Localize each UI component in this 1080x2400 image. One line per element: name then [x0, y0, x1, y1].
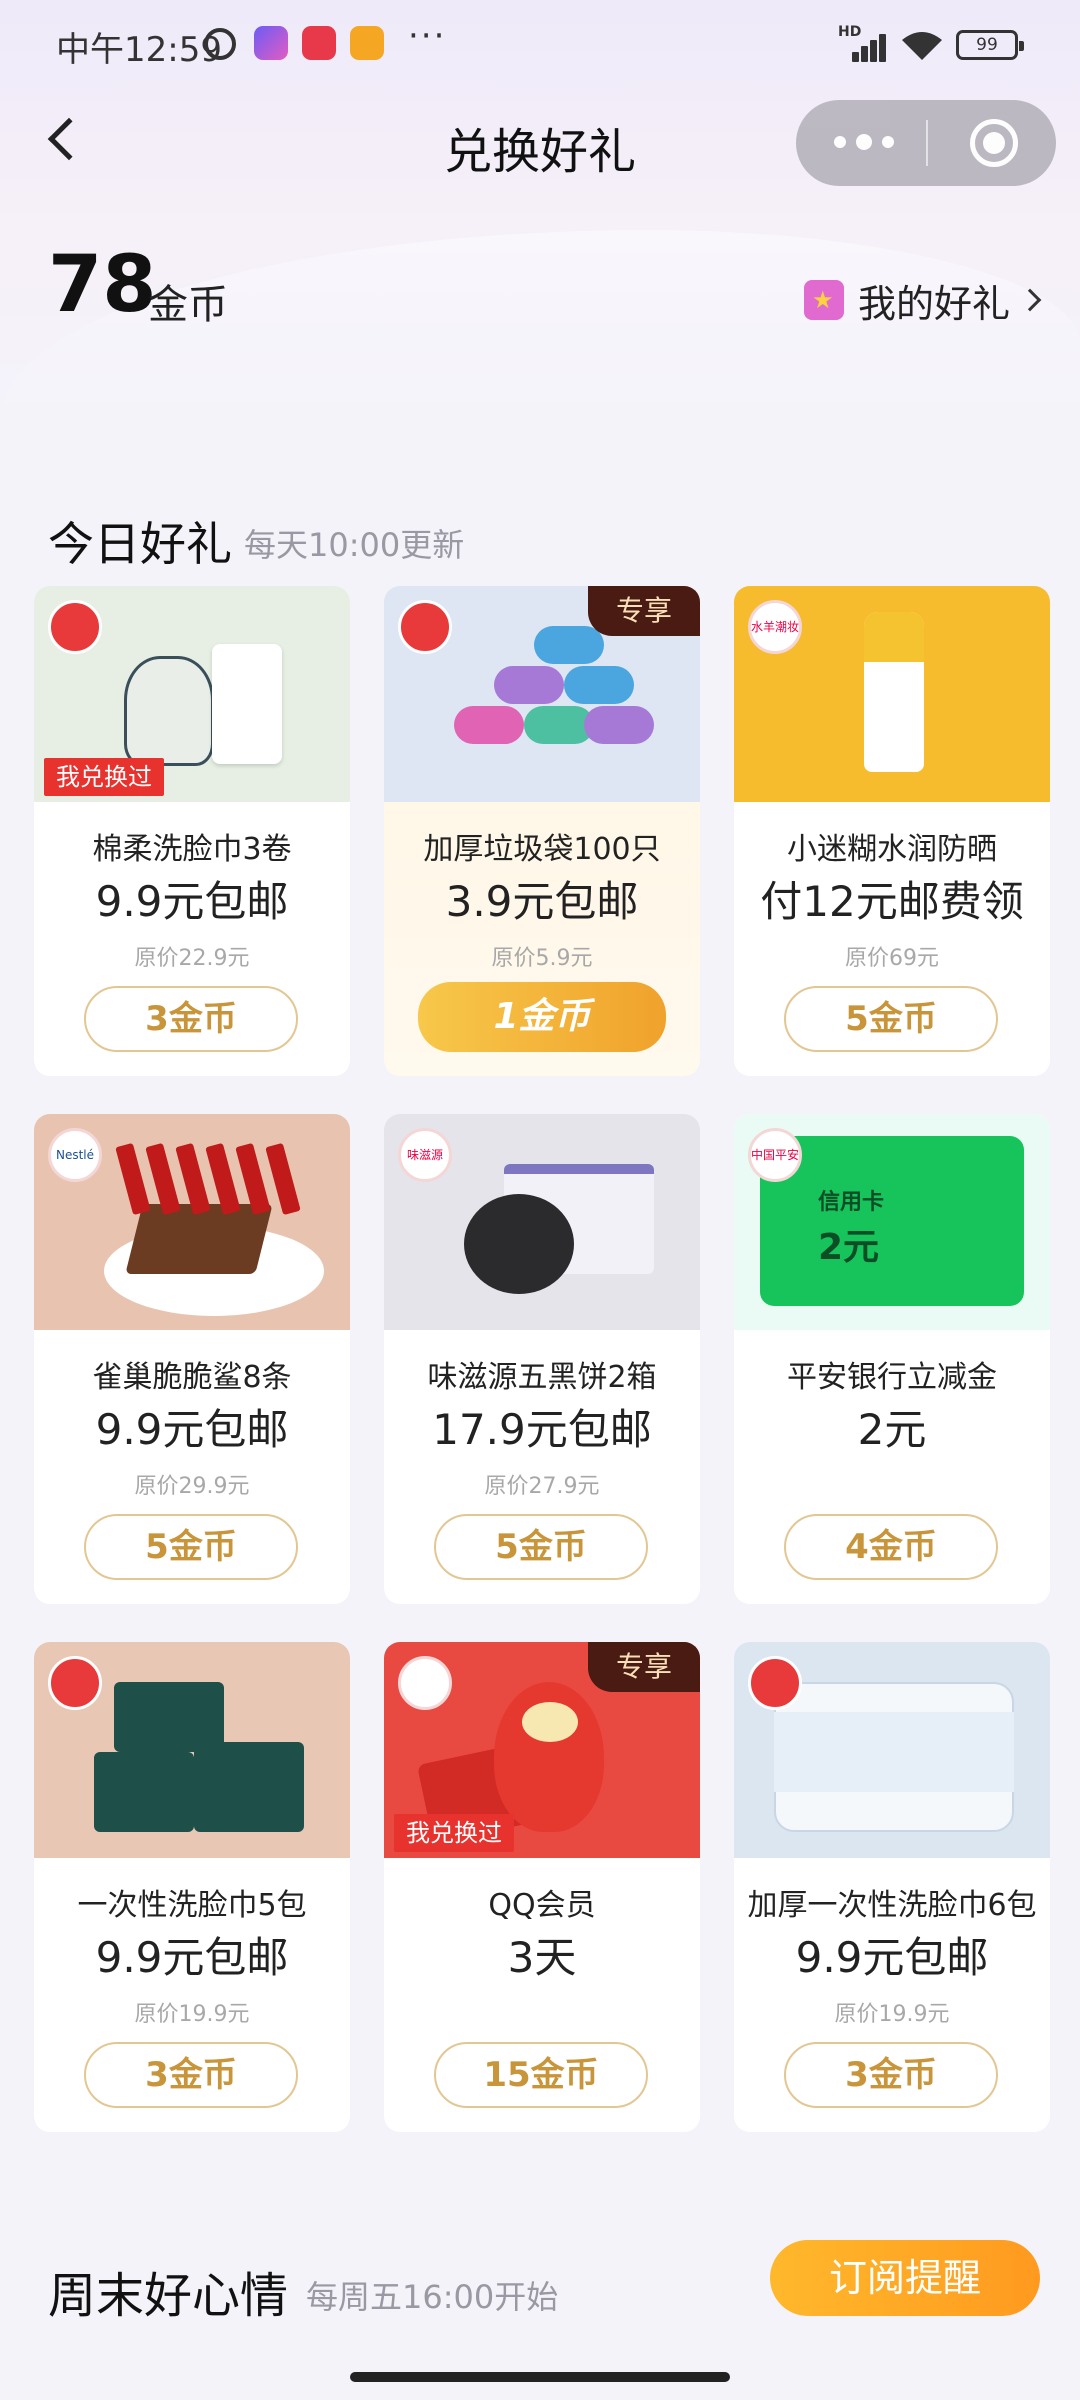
- subscribe-reminder-button[interactable]: 订阅提醒: [770, 2240, 1040, 2316]
- status-time: 中午12:59: [56, 30, 222, 70]
- status-bar: 中午12:59 ··· HD 99: [0, 0, 1080, 92]
- redeem-button[interactable]: 1金币: [418, 982, 666, 1052]
- message-notification-icon: [350, 26, 384, 60]
- nestle-logo-icon: Nestlé: [48, 1128, 102, 1182]
- product-price: 9.9元包邮: [95, 877, 289, 926]
- product-price: 9.9元包邮: [95, 1405, 289, 1454]
- jd-logo-icon: [48, 1656, 102, 1710]
- original-price: 原价19.9元: [834, 2002, 950, 2027]
- product-price: 3天: [507, 1933, 577, 1982]
- product-name: 加厚一次性洗脸巾6包: [747, 1888, 1037, 1923]
- section-subtitle-weekend: 每周五16:00开始: [306, 2278, 559, 2316]
- product-name: 平安银行立减金: [787, 1360, 997, 1395]
- section-title-today: 今日好礼: [48, 517, 232, 571]
- card-label: 信用卡: [818, 1190, 885, 1215]
- product-card[interactable]: 味滋源 味滋源五黑饼2箱 17.9元包邮 原价27.9元 5金币: [384, 1114, 700, 1604]
- redeem-button[interactable]: 15金币: [434, 2042, 648, 2108]
- product-name: 小迷糊水润防晒: [787, 832, 997, 867]
- qq-logo-icon: [398, 1656, 452, 1710]
- product-card[interactable]: 信用卡 2元 中国平安 平安银行立减金 2元 4金币: [734, 1114, 1050, 1604]
- product-price: 3.9元包邮: [445, 877, 639, 926]
- original-price: 原价22.9元: [134, 946, 250, 971]
- redeem-button[interactable]: 5金币: [784, 986, 998, 1052]
- product-card[interactable]: 加厚一次性洗脸巾6包 9.9元包邮 原价19.9元 3金币: [734, 1642, 1050, 2132]
- my-gifts-link[interactable]: 我的好礼: [804, 270, 1042, 330]
- exclusive-tag: 专享: [588, 1642, 700, 1692]
- exchanged-tag: 我兑换过: [394, 1814, 514, 1852]
- original-price: 原价29.9元: [134, 1474, 250, 1499]
- original-price: 原价27.9元: [484, 1474, 600, 1499]
- product-name: 一次性洗脸巾5包: [77, 1888, 307, 1923]
- pingan-logo-icon: 中国平安: [748, 1128, 802, 1182]
- product-card[interactable]: 水羊潮妆 小迷糊水润防晒 付12元邮费领 原价69元 5金币: [734, 586, 1050, 1076]
- jd-logo-icon: [398, 600, 452, 654]
- exchanged-tag: 我兑换过: [44, 758, 164, 796]
- coin-balance: 78: [48, 240, 157, 330]
- redeem-button[interactable]: 4金币: [784, 1514, 998, 1580]
- original-price: 原价5.9元: [491, 946, 593, 971]
- coin-unit: 金币: [148, 282, 228, 328]
- card-value: 2元: [818, 1227, 880, 1268]
- home-indicator[interactable]: [350, 2372, 730, 2382]
- product-name: 加厚垃圾袋100只: [423, 832, 661, 867]
- product-card[interactable]: 我兑换过 棉柔洗脸巾3卷 9.9元包邮 原价22.9元 3金币: [34, 586, 350, 1076]
- exclusive-tag: 专享: [588, 586, 700, 636]
- product-card[interactable]: 一次性洗脸巾5包 9.9元包邮 原价19.9元 3金币: [34, 1642, 350, 2132]
- product-card[interactable]: 专享 加厚垃圾袋100只 3.9元包邮 原价5.9元 1金币: [384, 586, 700, 1076]
- section-subtitle-today: 每天10:00更新: [244, 526, 465, 564]
- redeem-button[interactable]: 5金币: [84, 1514, 298, 1580]
- product-name: 雀巢脆脆鲨8条: [92, 1360, 292, 1395]
- my-gifts-label: 我的好礼: [858, 281, 1011, 326]
- redeem-button[interactable]: 5金币: [434, 1514, 648, 1580]
- section-title-weekend: 周末好心情: [48, 2268, 289, 2324]
- chevron-right-icon: [1018, 288, 1042, 312]
- product-card[interactable]: 专享 我兑换过 QQ会员 3天 15金币: [384, 1642, 700, 2132]
- jd-logo-icon: [48, 600, 102, 654]
- product-price: 9.9元包邮: [795, 1933, 989, 1982]
- redeem-button[interactable]: 3金币: [84, 2042, 298, 2108]
- product-price: 付12元邮费领: [760, 877, 1024, 926]
- product-name: 棉柔洗脸巾3卷: [92, 832, 292, 867]
- jd-logo-icon: [748, 1656, 802, 1710]
- product-price: 9.9元包邮: [95, 1933, 289, 1982]
- product-card[interactable]: Nestlé 雀巢脆脆鲨8条 9.9元包邮 原价29.9元 5金币: [34, 1114, 350, 1604]
- more-notifications-icon: ···: [408, 16, 447, 56]
- close-mini-program-button[interactable]: [970, 119, 1018, 167]
- product-price: 2元: [857, 1405, 927, 1454]
- original-price: 原价69元: [845, 946, 939, 971]
- wifi-icon: [902, 32, 942, 60]
- product-price: 17.9元包邮: [432, 1405, 652, 1454]
- app-notification-icon: [302, 26, 336, 60]
- original-price: 原价19.9元: [134, 2002, 250, 2027]
- product-name: 味滋源五黑饼2箱: [427, 1360, 657, 1395]
- product-name: QQ会员: [488, 1888, 596, 1923]
- mini-program-capsule: [796, 100, 1056, 186]
- redeem-button[interactable]: 3金币: [784, 2042, 998, 2108]
- capsule-divider: [926, 120, 928, 166]
- battery-icon: 99: [956, 30, 1024, 60]
- brand-logo-icon: 水羊潮妆: [748, 600, 802, 654]
- more-options-button[interactable]: [832, 126, 896, 158]
- gift-icon: [804, 280, 844, 320]
- alarm-icon: [204, 28, 236, 60]
- brand-logo-icon: 味滋源: [398, 1128, 452, 1182]
- app-notification-icon: [254, 26, 288, 60]
- signal-icon: [842, 30, 886, 62]
- redeem-button[interactable]: 3金币: [84, 986, 298, 1052]
